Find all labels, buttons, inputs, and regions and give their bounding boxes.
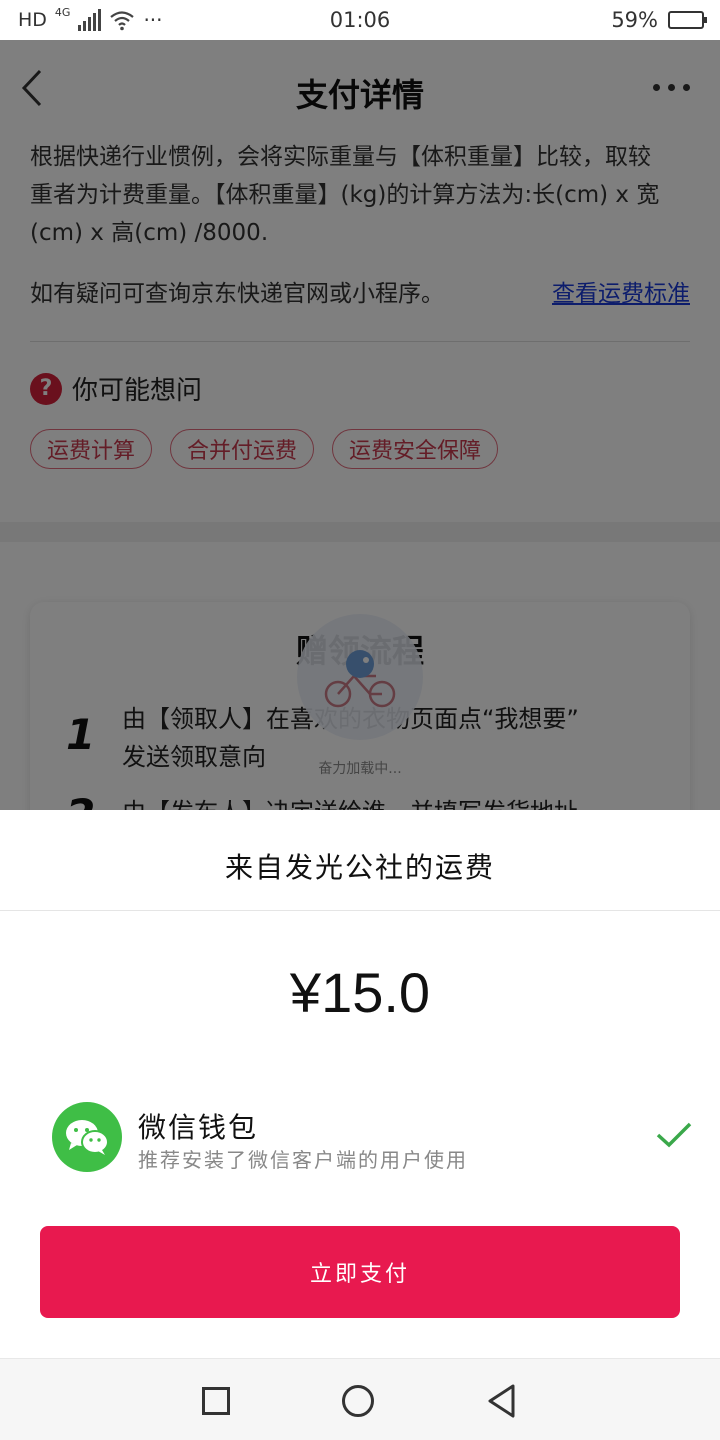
payment-method-desc: 推荐安装了微信客户端的用户使用 <box>138 1148 468 1172</box>
modal-backdrop[interactable] <box>0 40 720 810</box>
payment-sheet: 来自发光公社的运费 ¥15.0 微信钱包 推荐安装了微信客户端的用户使用 立即支… <box>0 810 720 1358</box>
battery-percent: 59% <box>611 8 658 32</box>
status-bar: HD 4G ··· 01:06 59% <box>0 0 720 40</box>
checkmark-icon <box>656 1122 692 1148</box>
payment-amount: ¥15.0 <box>289 961 431 1024</box>
recent-apps-icon[interactable] <box>202 1387 230 1415</box>
status-right: 59% <box>611 8 707 32</box>
sheet-divider <box>0 910 720 911</box>
wechat-wallet-option[interactable]: 微信钱包 推荐安装了微信客户端的用户使用 <box>52 1102 692 1174</box>
system-nav-bar <box>0 1358 720 1440</box>
pay-now-button[interactable]: 立即支付 <box>40 1226 680 1318</box>
home-icon[interactable] <box>342 1385 374 1417</box>
wechat-icon <box>52 1102 122 1172</box>
sheet-title: 来自发光公社的运费 <box>224 851 495 884</box>
battery-icon <box>668 11 707 29</box>
payment-method-name: 微信钱包 <box>138 1111 259 1144</box>
back-triangle-icon[interactable] <box>486 1383 516 1419</box>
